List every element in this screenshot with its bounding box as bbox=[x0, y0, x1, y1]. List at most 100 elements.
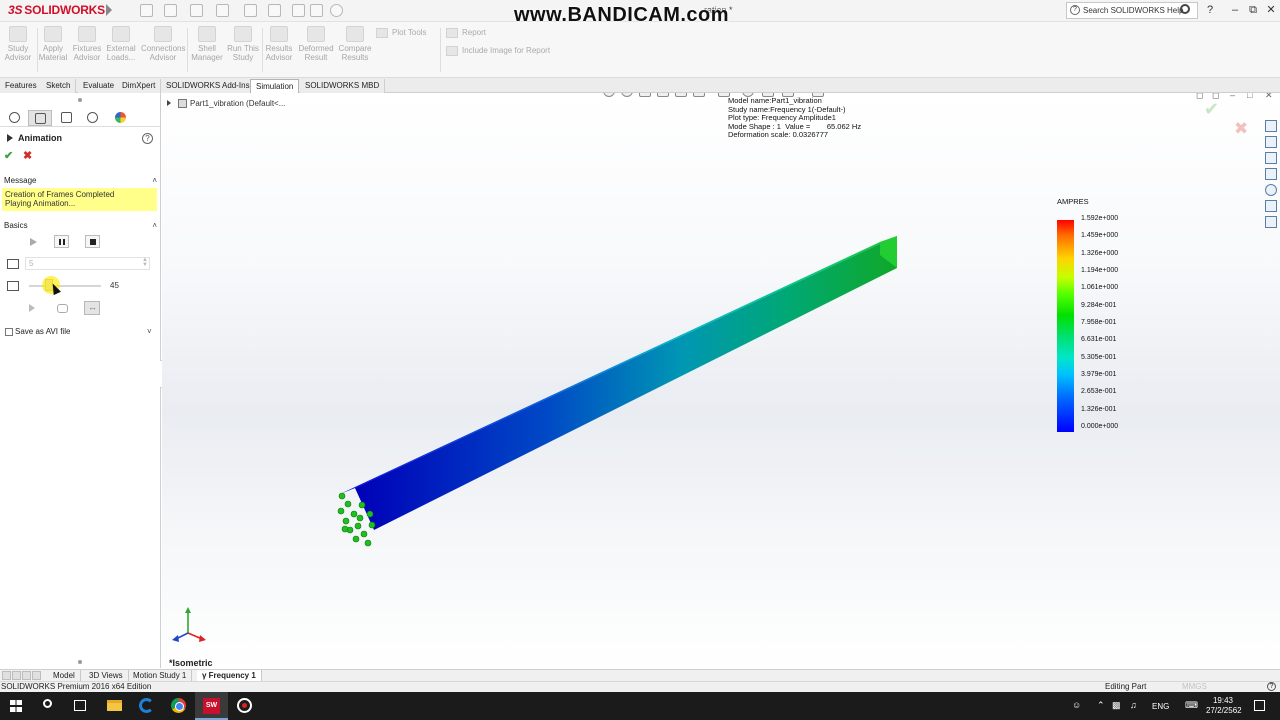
basics-group-header[interactable]: Basics ˄ bbox=[4, 221, 158, 230]
bandicam-taskbar-button[interactable] bbox=[228, 692, 261, 720]
last-tab-arrow-icon[interactable] bbox=[32, 671, 41, 680]
expand-arrow-icon[interactable] bbox=[167, 100, 171, 106]
view-palette-icon[interactable] bbox=[1265, 168, 1277, 180]
tab-dimxpert-manager[interactable] bbox=[80, 110, 104, 126]
tab-solidworks-mbd[interactable]: SOLIDWORKS MBD bbox=[300, 79, 386, 93]
task-view-button[interactable] bbox=[64, 692, 97, 720]
network-icon[interactable]: ▩ bbox=[1112, 700, 1121, 711]
home-icon[interactable] bbox=[1265, 120, 1277, 132]
panel-grip-icon[interactable] bbox=[78, 660, 82, 664]
menu-expand-arrow-icon[interactable] bbox=[106, 4, 112, 16]
tab-dimxpert[interactable]: DimXpert bbox=[117, 79, 162, 93]
notifications-icon[interactable] bbox=[1254, 700, 1265, 711]
confirm-corner-reject-icon[interactable]: ✖ bbox=[1234, 119, 1248, 139]
first-tab-arrow-icon[interactable] bbox=[2, 671, 11, 680]
study-advisor-button[interactable]: Study Advisor bbox=[0, 26, 36, 62]
show-hidden-icons-chevron-icon[interactable]: ⌃ bbox=[1097, 700, 1105, 711]
tab-sketch[interactable]: Sketch bbox=[41, 79, 77, 93]
custom-properties-icon[interactable] bbox=[1265, 200, 1277, 212]
tab-solidworks-addins[interactable]: SOLIDWORKS Add-Ins bbox=[161, 79, 256, 93]
previous-view-icon[interactable] bbox=[639, 93, 651, 97]
forum-icon[interactable] bbox=[1265, 216, 1277, 228]
connections-advisor-button[interactable]: Connections Advisor bbox=[141, 26, 185, 62]
oscillate-button[interactable] bbox=[84, 301, 100, 315]
open-document-icon[interactable] bbox=[164, 4, 177, 17]
chevron-down-icon[interactable]: ˅ bbox=[147, 327, 152, 336]
section-view-icon[interactable] bbox=[657, 93, 669, 97]
view-orientation-icon[interactable] bbox=[693, 93, 705, 97]
previous-tab-arrow-icon[interactable] bbox=[12, 671, 21, 680]
volume-icon[interactable]: ♫ bbox=[1130, 700, 1137, 710]
tab-features[interactable]: Features bbox=[0, 79, 43, 93]
cancel-button[interactable]: ✖ bbox=[23, 151, 32, 162]
feature-tree-flyout[interactable]: Part1_vibration (Default<... bbox=[166, 99, 285, 108]
appearances-icon[interactable] bbox=[1265, 184, 1277, 196]
apply-material-button[interactable]: Apply Material bbox=[35, 26, 71, 62]
print-icon[interactable] bbox=[216, 4, 229, 17]
help-icon[interactable]: ? bbox=[142, 133, 153, 144]
speed-slider[interactable] bbox=[29, 279, 101, 291]
close-button[interactable]: ✕ bbox=[1264, 3, 1278, 17]
play-once-button[interactable] bbox=[25, 301, 41, 315]
tab-configuration-manager[interactable] bbox=[54, 110, 78, 126]
run-study-button[interactable]: Run This Study bbox=[225, 26, 261, 62]
taskbar-search-button[interactable] bbox=[32, 692, 65, 720]
chrome-browser-button[interactable] bbox=[162, 692, 195, 720]
start-button[interactable] bbox=[0, 692, 33, 720]
spinner-icon[interactable]: ▲ ▼ bbox=[142, 257, 148, 268]
solidworks-taskbar-button[interactable]: SW bbox=[195, 692, 228, 720]
confirm-corner-accept-icon[interactable]: ✔ bbox=[1204, 99, 1219, 120]
search-icon[interactable] bbox=[1180, 4, 1190, 14]
results-advisor-button[interactable]: Results Advisor bbox=[261, 26, 297, 62]
status-help-icon[interactable]: ? bbox=[1267, 682, 1276, 691]
dynamic-annotation-icon[interactable] bbox=[675, 93, 687, 97]
doc-maximize-icon[interactable]: □ bbox=[1247, 93, 1252, 100]
doc-minimize-icon[interactable]: – bbox=[1230, 93, 1235, 100]
plot-tools-button[interactable]: Plot Tools bbox=[376, 28, 427, 38]
options-gear-icon[interactable] bbox=[330, 4, 343, 17]
minimize-button[interactable]: – bbox=[1228, 3, 1242, 17]
tab-simulation[interactable]: Simulation bbox=[250, 79, 300, 93]
unit-system-selector[interactable]: MMGS bbox=[1182, 682, 1207, 692]
pause-button[interactable] bbox=[54, 235, 69, 248]
help-menu-button[interactable]: ? bbox=[1203, 3, 1217, 17]
input-language-indicator[interactable]: ENG bbox=[1152, 702, 1169, 711]
help-search-input[interactable]: ? Search SOLIDWORKS Help bbox=[1066, 2, 1198, 19]
keyboard-icon[interactable]: ⌨ bbox=[1185, 700, 1198, 711]
deformed-result-button[interactable]: Deformed Result bbox=[297, 26, 335, 62]
color-legend-bar[interactable] bbox=[1057, 220, 1074, 432]
panel-grip-icon[interactable] bbox=[78, 98, 82, 102]
tab-property-manager[interactable] bbox=[28, 110, 52, 126]
new-document-icon[interactable] bbox=[140, 4, 153, 17]
file-properties-icon[interactable] bbox=[310, 4, 323, 17]
include-image-button[interactable]: Include Image for Report bbox=[446, 46, 550, 56]
design-library-icon[interactable] bbox=[1265, 136, 1277, 148]
restore-button[interactable]: ⧉ bbox=[1246, 3, 1260, 17]
report-button[interactable]: Report bbox=[446, 28, 486, 38]
doc-close-icon[interactable]: ✕ bbox=[1265, 93, 1273, 101]
graphics-area[interactable]: Part1_vibration (Default<... Model name:… bbox=[162, 93, 1280, 669]
shell-manager-button[interactable]: Shell Manager bbox=[189, 26, 225, 62]
message-group-header[interactable]: Message ˄ bbox=[4, 176, 158, 185]
play-button[interactable] bbox=[25, 235, 40, 248]
save-icon[interactable] bbox=[190, 4, 203, 17]
loop-button[interactable] bbox=[54, 301, 70, 315]
tab-display-manager[interactable] bbox=[108, 110, 132, 126]
next-tab-arrow-icon[interactable] bbox=[22, 671, 31, 680]
save-avi-checkbox[interactable] bbox=[5, 328, 13, 336]
rebuild-icon[interactable] bbox=[292, 4, 305, 17]
people-icon[interactable]: ☺ bbox=[1072, 700, 1081, 710]
tab-evaluate[interactable]: Evaluate bbox=[78, 79, 121, 93]
external-loads-button[interactable]: External Loads... bbox=[103, 26, 139, 62]
frames-input[interactable]: 5 ▲ ▼ bbox=[25, 257, 150, 270]
stop-button[interactable] bbox=[85, 235, 100, 248]
undo-icon[interactable] bbox=[244, 4, 257, 17]
select-icon[interactable] bbox=[268, 4, 281, 17]
edge-browser-button[interactable] bbox=[130, 692, 163, 720]
compare-results-button[interactable]: Compare Results bbox=[337, 26, 373, 62]
file-explorer-icon[interactable] bbox=[1265, 152, 1277, 164]
doc-tile-icon[interactable]: ◻ bbox=[1212, 93, 1219, 101]
tab-feature-manager[interactable] bbox=[2, 110, 26, 126]
fixtures-advisor-button[interactable]: Fixtures Advisor bbox=[69, 26, 105, 62]
taskbar-clock[interactable]: 19:43 27/2/2562 bbox=[1206, 696, 1242, 716]
